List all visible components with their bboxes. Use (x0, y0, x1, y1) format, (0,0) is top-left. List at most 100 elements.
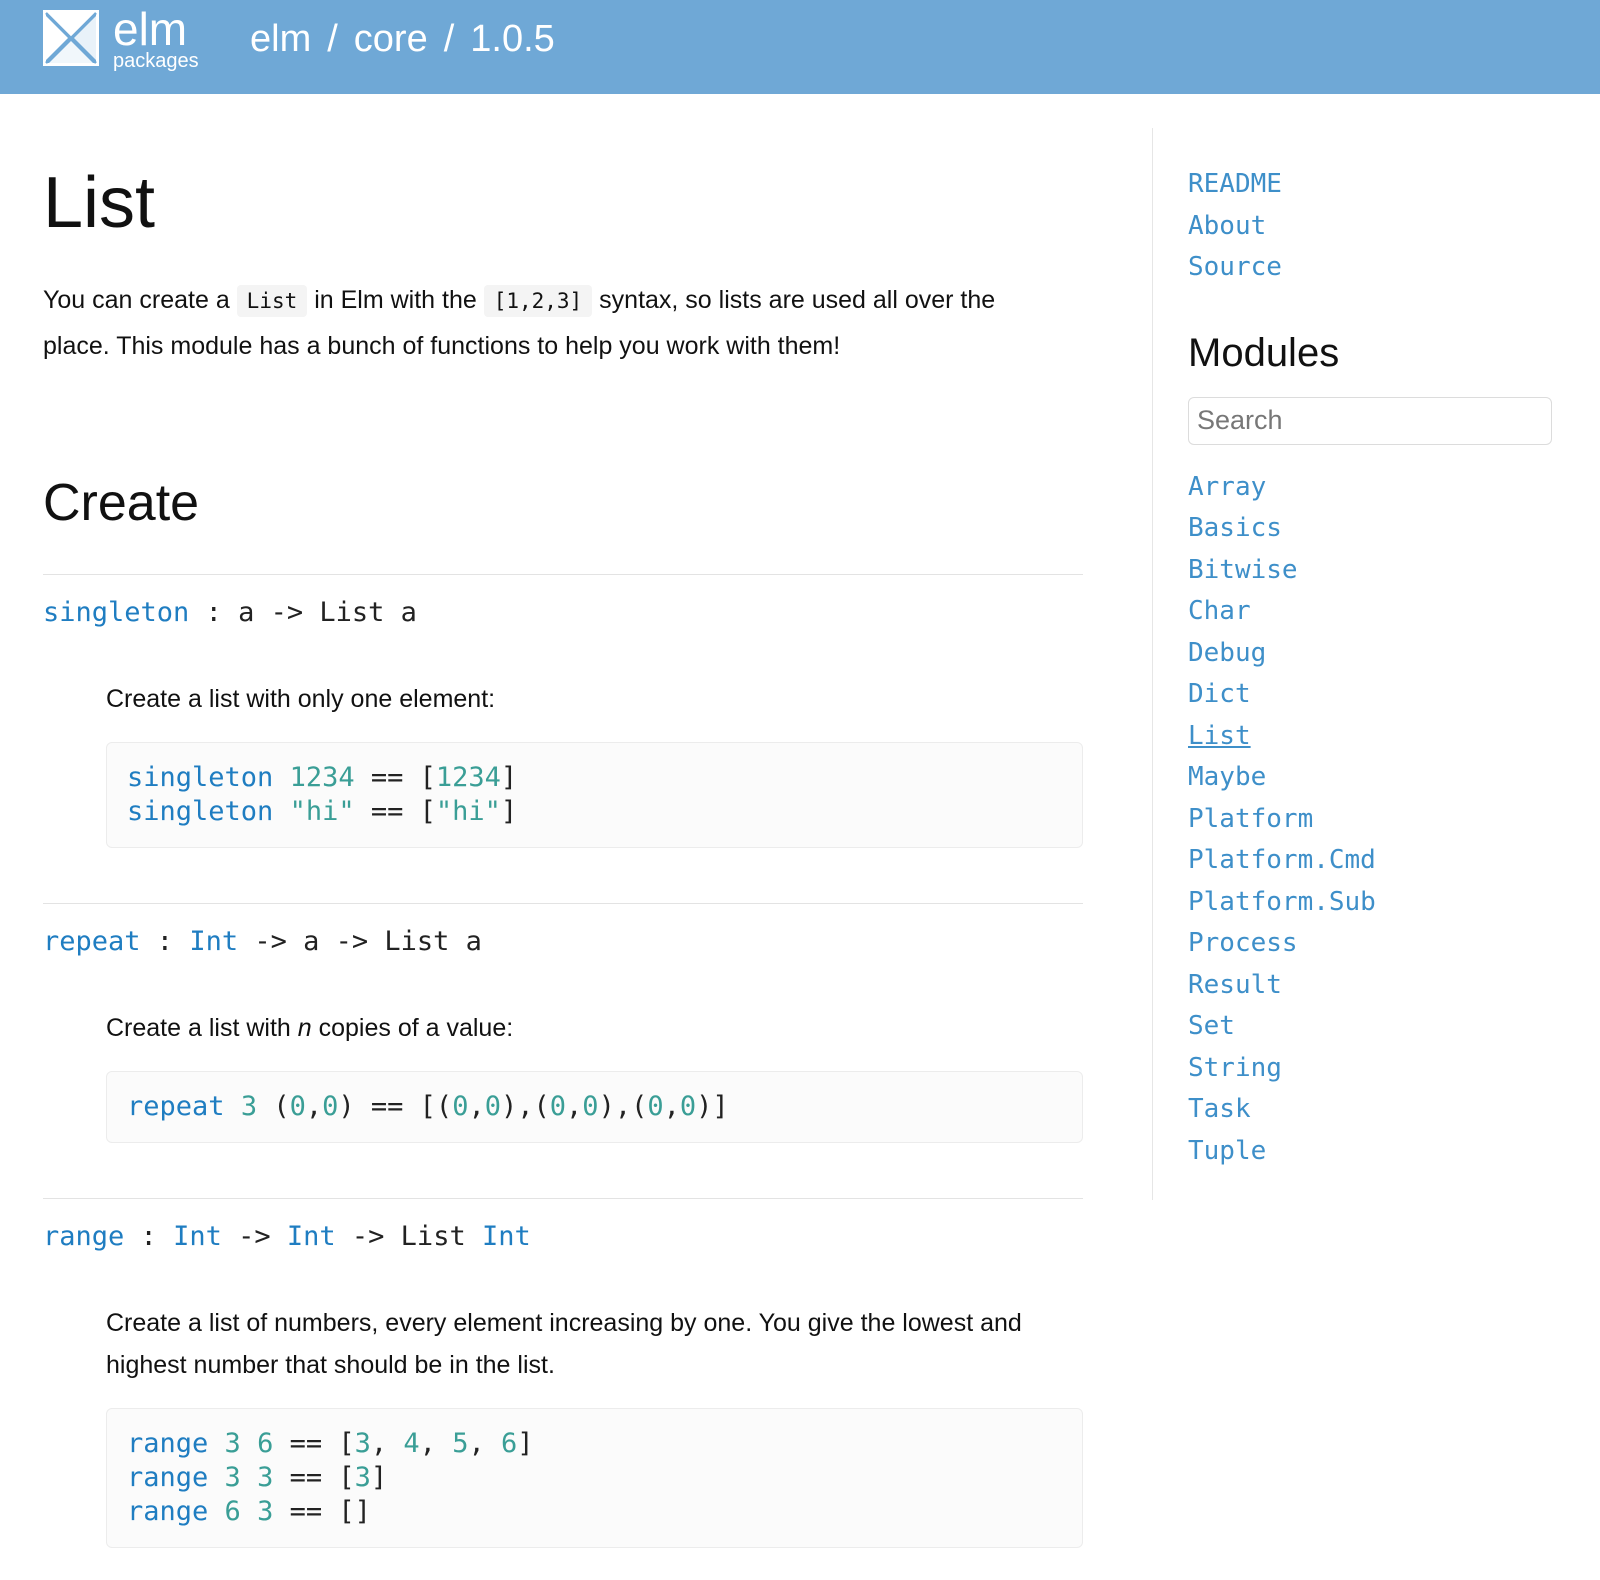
code-example: range 3 6 == [3, 4, 5, 6] range 3 3 == [3… (106, 1408, 1083, 1548)
code-token: 0 (679, 1091, 697, 1122)
module-search-input[interactable] (1188, 396, 1552, 445)
module-link-result[interactable]: Result (1188, 965, 1554, 1007)
signature-text: : a -> List a (189, 597, 417, 628)
code-token: 0 (289, 1091, 306, 1122)
inline-code: [1,2,3] (483, 285, 593, 317)
logo-word[interactable]: elm (113, 2, 187, 56)
code-line: singleton "hi" == ["hi"] (127, 795, 1062, 829)
code-token: range (127, 1462, 209, 1493)
doc-entry-singleton: singleton : a -> List a Create a list wit… (43, 574, 1083, 903)
intro-text: You can create a (43, 286, 237, 314)
code-token: 0 (322, 1091, 339, 1122)
code-token: ( (257, 1091, 290, 1122)
sidebar-link-readme[interactable]: README (1188, 164, 1554, 206)
page-title: List (43, 163, 156, 243)
code-line: repeat 3 (0,0) == [(0,0),(0,0),(0,0)] (127, 1090, 1062, 1124)
logo-subtitle[interactable]: packages (113, 49, 199, 73)
function-description: Create a list with n copies of a value: (106, 1014, 514, 1042)
module-link-process[interactable]: Process (1188, 923, 1554, 965)
type-link[interactable]: Int (173, 1221, 222, 1252)
code-line: singleton 1234 == [1234] (127, 761, 1062, 795)
signature-text: : (140, 926, 190, 957)
code-token: 6 (224, 1496, 241, 1527)
code-token: "hi" (289, 796, 355, 827)
code-token: , (566, 1091, 583, 1122)
module-list: Array Basics Bitwise Char Debug Dict List Maybe… (1188, 467, 1554, 1173)
module-link-list[interactable]: List (1188, 716, 1554, 758)
code-token: 0 (582, 1091, 599, 1122)
module-link-platform-sub[interactable]: Platform.Sub (1188, 882, 1554, 924)
module-link-platform[interactable]: Platform (1188, 799, 1554, 841)
code-token: range (127, 1496, 209, 1527)
breadcrumb-author[interactable]: elm (250, 18, 311, 60)
doc-entries: singleton : a -> List a Create a list wit… (43, 574, 1083, 1548)
code-line: range 3 6 == [3, 4, 5, 6] (127, 1427, 1062, 1461)
doc-entry-repeat: repeat : Int -> a -> List a Create a list… (43, 903, 1083, 1198)
code-token: "hi" (435, 796, 501, 827)
function-name-link[interactable]: singleton (43, 597, 189, 628)
module-link-maybe[interactable]: Maybe (1188, 757, 1554, 799)
code-token: 1234 (289, 762, 355, 793)
code-token: 6 (257, 1428, 274, 1459)
code-token: ) == [( (338, 1091, 453, 1122)
code-token: 5 (452, 1428, 469, 1459)
code-example: repeat 3 (0,0) == [(0,0),(0,0),(0,0)] (106, 1071, 1083, 1143)
module-link-set[interactable]: Set (1188, 1006, 1554, 1048)
code-token: , (370, 1428, 404, 1459)
intro-text: in Elm with the (307, 286, 484, 314)
sidebar: README About Source Modules ArrayBasicsB… (1188, 164, 1554, 1172)
code-token: , (305, 1091, 323, 1122)
module-intro: You can create a List in Elm with the [1… (43, 278, 1063, 369)
code-token: 3 (354, 1428, 371, 1459)
code-token: 3 (224, 1428, 241, 1459)
module-link-char[interactable]: Char (1188, 591, 1554, 633)
module-link-platform-cmd[interactable]: Platform.Cmd (1188, 840, 1554, 882)
code-token: 3 (257, 1496, 274, 1527)
sidebar-link-source[interactable]: Source (1188, 247, 1554, 289)
module-link-task[interactable]: Task (1188, 1089, 1554, 1131)
type-link[interactable]: Int (287, 1221, 336, 1252)
function-name-link[interactable]: range (43, 1221, 124, 1252)
elm-tangram-logo-icon[interactable] (43, 10, 99, 66)
code-token: range (127, 1428, 209, 1459)
code-token: ),( (598, 1091, 648, 1122)
module-link-basics[interactable]: Basics (1188, 508, 1554, 550)
type-link[interactable]: Int (189, 926, 238, 957)
breadcrumb-package[interactable]: core (354, 18, 428, 60)
function-description: Create a list with only one element: (106, 685, 496, 713)
sidebar-link-about[interactable]: About (1188, 206, 1554, 248)
module-link-dict[interactable]: Dict (1188, 674, 1554, 716)
code-token: singleton (127, 796, 274, 827)
section-title: Create (43, 474, 200, 532)
breadcrumb-separator: / (443, 18, 455, 60)
breadcrumb-version[interactable]: 1.0.5 (470, 18, 555, 60)
code-token: ] (517, 1428, 534, 1459)
code-token: 0 (484, 1091, 501, 1122)
header: elm packages elm / core / 1.0.5 (0, 0, 1600, 94)
module-link-tuple[interactable]: Tuple (1188, 1131, 1554, 1173)
type-link[interactable]: Int (482, 1221, 531, 1252)
module-link-string[interactable]: String (1188, 1048, 1554, 1090)
code-token: ] (500, 762, 518, 793)
code-token: 3 (224, 1462, 241, 1493)
module-link-array[interactable]: Array (1188, 467, 1554, 509)
code-token: ),( (500, 1091, 550, 1122)
code-token: 3 (354, 1462, 371, 1493)
module-link-debug[interactable]: Debug (1188, 633, 1554, 675)
code-token: , (468, 1428, 501, 1459)
code-token: 3 (257, 1462, 274, 1493)
signature-text: -> List (335, 1221, 482, 1252)
function-name-link[interactable]: repeat (43, 926, 141, 957)
code-token: 0 (647, 1091, 664, 1122)
code-token: 0 (452, 1091, 469, 1122)
modules-heading: Modules (1188, 330, 1340, 375)
module-link-bitwise[interactable]: Bitwise (1188, 550, 1554, 592)
code-token: == [ (354, 796, 436, 827)
code-token: )] (696, 1091, 729, 1122)
code-token: repeat (127, 1091, 225, 1122)
code-token: == [ (273, 1462, 355, 1493)
